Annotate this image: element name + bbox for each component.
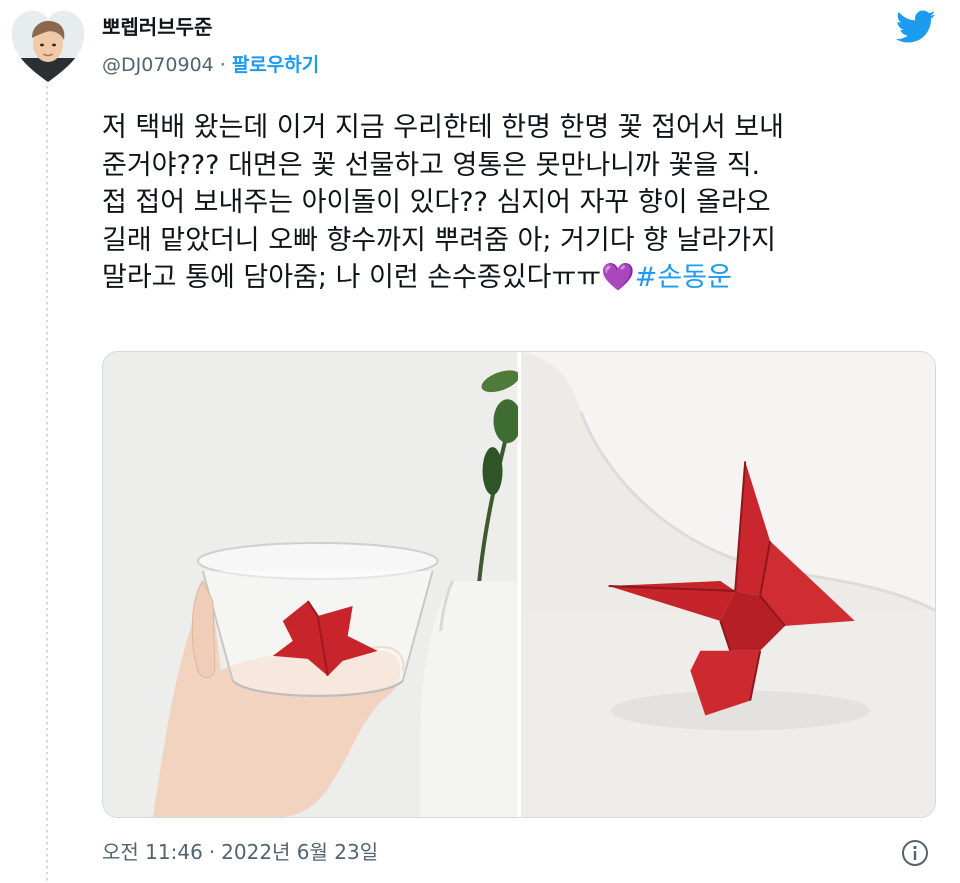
- thread-rail: [46, 86, 48, 883]
- timestamp-time: 오전 11:46: [102, 840, 203, 864]
- avatar[interactable]: [10, 8, 86, 84]
- twitter-bird-icon[interactable]: [896, 10, 936, 44]
- user-block: 뽀렙러브두준 @DJ070904 · 팔로우하기: [102, 14, 319, 78]
- purple-heart-emoji: 💜: [601, 262, 635, 294]
- tweet-timestamp[interactable]: 오전 11:46 · 2022년 6월 23일: [102, 838, 378, 866]
- photo-origami-flower[interactable]: [520, 352, 935, 817]
- separator-dot: ·: [219, 54, 226, 76]
- follow-button[interactable]: 팔로우하기: [232, 54, 319, 76]
- separator-dot: ·: [208, 840, 216, 864]
- tweet-text: 저 택배 왔는데 이거 지금 우리한테 한명 한명 꽃 접어서 보내 준거야??…: [102, 109, 932, 297]
- hashtag-link[interactable]: #손동운: [635, 262, 732, 293]
- media-grid: [102, 351, 936, 818]
- handle-row: @DJ070904 · 팔로우하기: [102, 52, 319, 78]
- display-name[interactable]: 뽀렙러브두준: [102, 14, 319, 40]
- photo-cup-origami[interactable]: [103, 352, 518, 817]
- timestamp-date: 2022년 6월 23일: [221, 840, 379, 864]
- info-icon[interactable]: [900, 838, 930, 868]
- avatar-image: [11, 10, 85, 82]
- user-handle[interactable]: @DJ070904: [102, 54, 214, 76]
